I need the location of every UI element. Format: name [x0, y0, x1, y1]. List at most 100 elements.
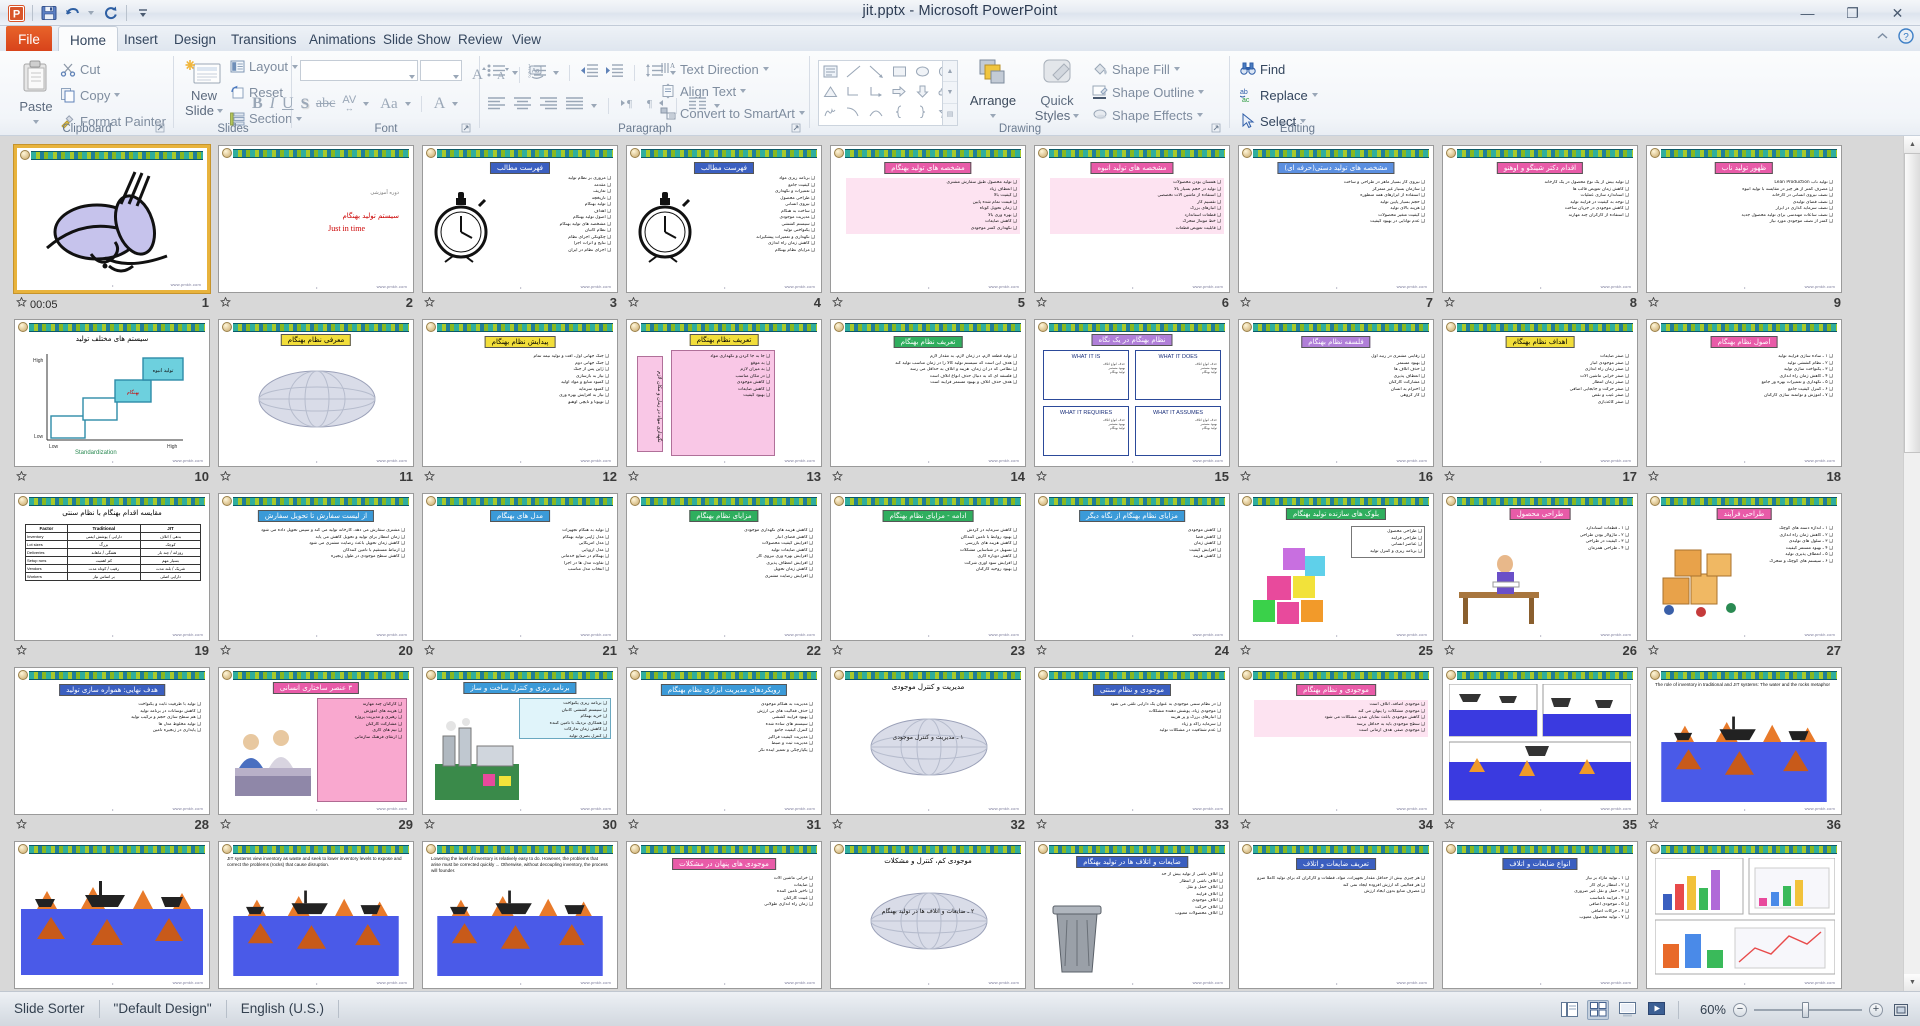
animation-star-icon[interactable] — [424, 818, 435, 833]
slide-thumbnail-23[interactable]: www.pmkh.com • ادامه - مزایای نظام بهنگام ❑… — [830, 488, 1034, 662]
character-spacing-button[interactable]: AV ↔ — [342, 95, 356, 113]
slide-canvas[interactable]: www.pmkh.com • فهرست مطالب ❑ مروری بر نظام … — [422, 145, 618, 293]
shapes-scroll-down-icon[interactable]: ▼ — [943, 82, 957, 104]
slide-thumbnail-5[interactable]: www.pmkh.com • مشخصه های تولید بهنگام ❑ تول… — [830, 140, 1034, 314]
slide-thumbnail-18[interactable]: www.pmkh.com • اصول نظام بهنگام ❑ ۱ ـ ساده … — [1646, 314, 1850, 488]
shape-elbow-arrow-icon[interactable] — [865, 81, 888, 101]
slide-thumbnail-22[interactable]: www.pmkh.com • مزایای نظام بهنگام ❑ کاهش هز… — [626, 488, 830, 662]
tab-view[interactable]: View — [501, 26, 552, 51]
slide-canvas[interactable]: www.pmkh.com • The role of inventory in tr… — [1646, 667, 1842, 815]
zoom-slider-thumb[interactable] — [1802, 1001, 1809, 1018]
slide-thumbnail-43[interactable]: www.pmkh.com • تعریف ضایعات و اتلاف ❑ هر چی… — [1238, 836, 1442, 991]
animation-star-icon[interactable] — [1036, 296, 1047, 311]
slide-canvas[interactable]: www.pmkh.com • نظام بهنگام در یک نگاه WHAT … — [1034, 319, 1230, 467]
replace-button[interactable]: ab ac Replace — [1240, 87, 1318, 103]
tab-home[interactable]: Home — [58, 26, 119, 51]
convert-to-smartart-button[interactable]: Convert to SmartArt — [660, 105, 805, 121]
slide-show-view-button[interactable] — [1645, 1000, 1667, 1020]
animation-star-icon[interactable] — [1240, 470, 1251, 485]
animation-star-icon[interactable] — [628, 470, 639, 485]
animation-star-icon[interactable] — [832, 644, 843, 659]
slide-canvas[interactable]: www.pmkh.com • فهرست مطالب ❑ برنامه ریزی مو… — [626, 145, 822, 293]
animation-star-icon[interactable] — [424, 644, 435, 659]
minimize-ribbon-icon[interactable] — [1875, 29, 1890, 49]
slide-thumbnail-11[interactable]: www.pmkh.com • معرفی نظام بهنگام 11 — [218, 314, 422, 488]
slide-canvas[interactable]: www.pmkh.com • اهداف نظام بهنگام ❑ صفر ضایع… — [1442, 319, 1638, 467]
slide-canvas[interactable]: www.pmkh.com • مزایای نظام بهنگام از نگاه … — [1034, 493, 1230, 641]
animation-star-icon[interactable] — [628, 818, 639, 833]
shape-rectangle-icon[interactable] — [888, 61, 911, 81]
slide-thumbnail-35[interactable]: www.pmkh.com • 35 — [1442, 662, 1646, 836]
animation-star-icon[interactable] — [1036, 470, 1047, 485]
slide-canvas[interactable]: www.pmkh.com • برنامه ریزی و کنترل ساخت و … — [422, 667, 618, 815]
animation-star-icon[interactable] — [1240, 818, 1251, 833]
animation-star-icon[interactable] — [628, 644, 639, 659]
slide-canvas[interactable]: www.pmkh.com • طراحی محصول ❑ ۱ ـ قطعات استا… — [1442, 493, 1638, 641]
font-name-dropdown-icon[interactable] — [409, 66, 415, 84]
shape-left-brace-icon[interactable] — [888, 101, 911, 121]
shape-scribble-icon[interactable] — [819, 101, 842, 121]
slide-thumbnail-6[interactable]: www.pmkh.com • مشخصه های تولید انبوه ❑ همسا… — [1034, 140, 1238, 314]
change-case-button[interactable]: Aa — [380, 96, 398, 113]
align-text-button[interactable]: Align Text — [660, 83, 805, 99]
shape-down-arrow-icon[interactable] — [911, 81, 934, 101]
slide-thumbnail-28[interactable]: www.pmkh.com • هدف نهایی: همواره سازی تولی… — [14, 662, 218, 836]
text-direction-button[interactable]: A Text Direction — [660, 61, 805, 77]
clipboard-dialog-launcher[interactable] — [155, 123, 166, 134]
shapes-gallery-scrollbar[interactable]: ▲ ▼ ▤ — [942, 61, 957, 125]
justify-icon[interactable] — [565, 96, 584, 115]
animation-star-icon[interactable] — [424, 296, 435, 311]
vertical-scrollbar[interactable]: ▲ ▼ — [1903, 136, 1920, 991]
shapes-scroll-up-icon[interactable]: ▲ — [943, 61, 957, 83]
slide-canvas[interactable]: www.pmkh.com • ۳ عنصر ساختاری انسانی ❑ کارک… — [218, 667, 414, 815]
slide-thumbnail-10[interactable]: www.pmkh.com • سیستم های مختلف تولید High Lo… — [14, 314, 218, 488]
theme-label[interactable]: "Default Design" — [100, 998, 226, 1020]
slide-thumbnail-36[interactable]: www.pmkh.com • The role of inventory in tr… — [1646, 662, 1850, 836]
slide-canvas[interactable]: www.pmkh.com • پیدایش نظام بهنگام ❑ جنگ جها… — [422, 319, 618, 467]
text-shadow-button[interactable]: S — [301, 96, 309, 113]
slide-thumbnail-4[interactable]: www.pmkh.com • فهرست مطالب ❑ برنامه ریزی مو… — [626, 140, 830, 314]
new-slide-button[interactable]: New Slide — [180, 57, 228, 118]
slide-thumbnail-25[interactable]: www.pmkh.com • بلوک های سازنده تولید بهنگا… — [1238, 488, 1442, 662]
shapes-gallery-more-icon[interactable]: ▤ — [943, 104, 957, 125]
slide-thumbnail-29[interactable]: www.pmkh.com • ۳ عنصر ساختاری انسانی ❑ کارک… — [218, 662, 422, 836]
align-right-icon[interactable] — [539, 96, 558, 115]
animation-star-icon[interactable] — [220, 818, 231, 833]
animation-star-icon[interactable] — [16, 470, 27, 485]
slide-thumbnail-33[interactable]: www.pmkh.com • موجودی و نظام سنتی ❑ در نظام… — [1034, 662, 1238, 836]
slide-canvas[interactable]: www.pmkh.com • — [1646, 841, 1842, 989]
slide-canvas[interactable]: www.pmkh.com • Lowering the level of inven… — [422, 841, 618, 989]
fit-to-window-button[interactable] — [1890, 1000, 1912, 1020]
slide-thumbnail-7[interactable]: www.pmkh.com • مشخصه های تولید دستی(حرفه ا… — [1238, 140, 1442, 314]
shapes-gallery[interactable]: ▲ ▼ ▤ — [818, 60, 958, 126]
slide-canvas[interactable]: www.pmkh.com • ادامه - مزایای نظام بهنگام ❑… — [830, 493, 1026, 641]
slide-canvas[interactable]: www.pmkh.com • ضایعات و اتلاف ها در تولید … — [1034, 841, 1230, 989]
slide-canvas[interactable]: www.pmkh.com • دوره آموزشی سیستم تولید بهنگ… — [218, 145, 414, 293]
slide-thumbnail-39[interactable]: www.pmkh.com • Lowering the level of inven… — [422, 836, 626, 991]
animation-star-icon[interactable] — [220, 470, 231, 485]
shape-elbow-connector-icon[interactable] — [842, 81, 865, 101]
shape-outline-button[interactable]: Shape Outline — [1092, 84, 1205, 100]
slide-canvas[interactable]: www.pmkh.com • ظهور تولید ناب ❑ تولید ناب L… — [1646, 145, 1842, 293]
slide-thumbnail-26[interactable]: www.pmkh.com • طراحی محصول ❑ ۱ ـ قطعات استا… — [1442, 488, 1646, 662]
quick-styles-button[interactable]: Quick Styles — [1028, 58, 1086, 123]
slide-sorter-pane[interactable]: www.pmkh.com • 00:05 1 www.pmkh.com • دوره آمو… — [0, 136, 1920, 991]
tab-file[interactable]: File — [6, 26, 52, 51]
strikethrough-button[interactable]: abc — [316, 96, 335, 112]
animation-star-icon[interactable] — [16, 818, 27, 833]
increase-indent-icon[interactable] — [605, 63, 624, 83]
slide-canvas[interactable]: www.pmkh.com • — [14, 145, 210, 293]
scrollbar-thumb[interactable] — [1904, 153, 1920, 453]
slide-canvas[interactable]: www.pmkh.com • سیستم های مختلف تولید High Lo… — [14, 319, 210, 467]
slide-canvas[interactable]: www.pmkh.com • بلوک های سازنده تولید بهنگا… — [1238, 493, 1434, 641]
animation-star-icon[interactable] — [16, 644, 27, 659]
language-label[interactable]: English (U.S.) — [227, 998, 338, 1020]
slide-canvas[interactable]: www.pmkh.com • موجودی و نظام سنتی ❑ در نظام… — [1034, 667, 1230, 815]
slide-thumbnail-12[interactable]: www.pmkh.com • پیدایش نظام بهنگام ❑ جنگ جها… — [422, 314, 626, 488]
paste-button[interactable]: Paste — [8, 59, 64, 127]
shape-effects-button[interactable]: Shape Effects — [1092, 107, 1204, 123]
slide-canvas[interactable]: www.pmkh.com • تعریف نظام بهنگام ❑ تولید قط… — [830, 319, 1026, 467]
font-size-dropdown-icon[interactable] — [453, 66, 459, 84]
slide-canvas[interactable]: www.pmkh.com • — [1442, 667, 1638, 815]
slide-thumbnail-3[interactable]: www.pmkh.com • فهرست مطالب ❑ مروری بر نظام … — [422, 140, 626, 314]
